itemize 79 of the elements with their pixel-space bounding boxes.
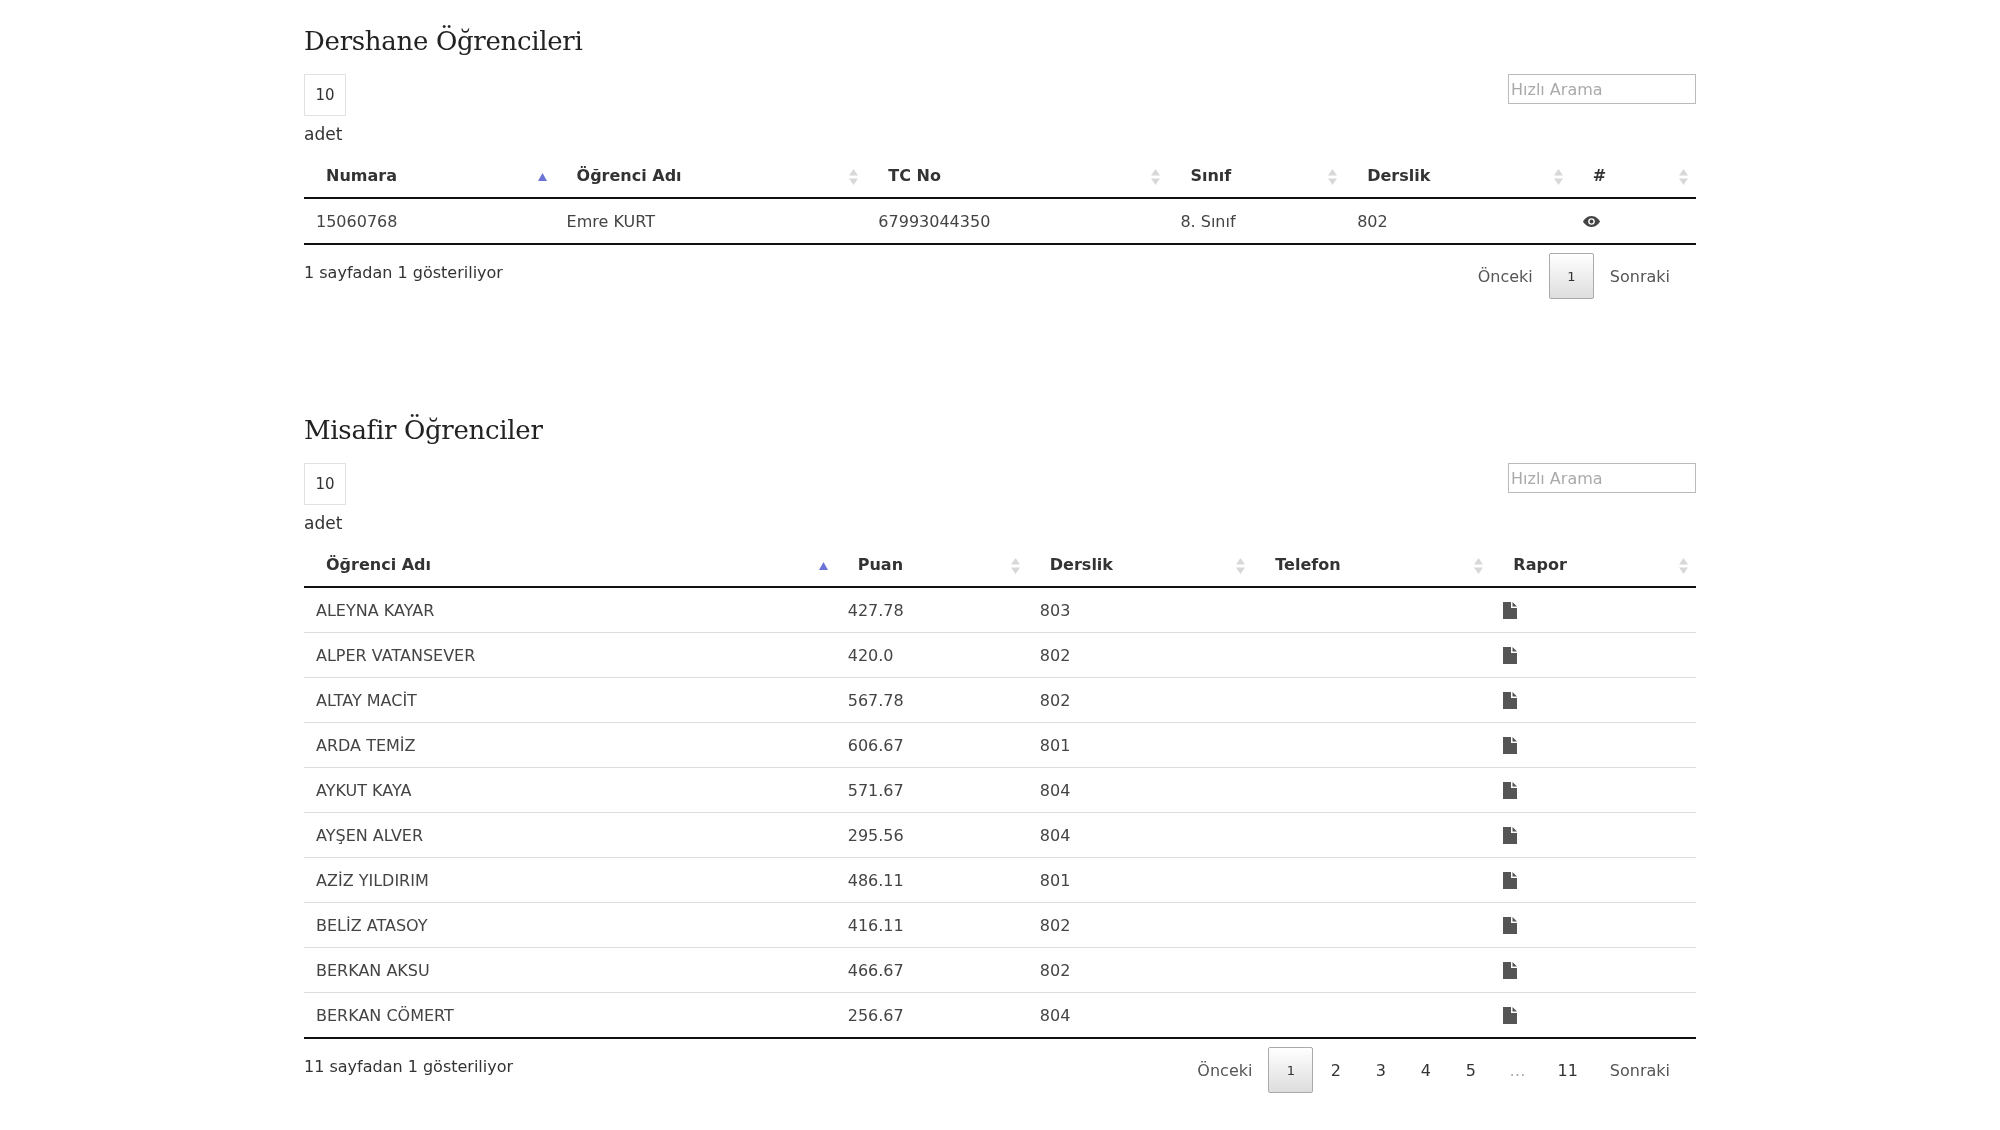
file-icon[interactable] — [1503, 871, 1518, 889]
table-cell: 802 — [1039, 690, 1071, 710]
table-cell: 571.67 — [847, 780, 904, 800]
table-cell: 606.67 — [847, 735, 904, 755]
table-cell: AYKUT KAYA — [316, 780, 412, 800]
table-cell: BELİZ ATASOY — [316, 915, 428, 935]
table-cell: 466.67 — [847, 960, 904, 980]
table-cell: ALPER VATANSEVER — [316, 645, 476, 665]
page-length-select[interactable]: 10 — [304, 74, 346, 116]
table-cell: 67993044350 — [878, 211, 991, 231]
table-cell: 804 — [1039, 825, 1071, 845]
page-button[interactable]: 1 — [1548, 253, 1594, 299]
page-button[interactable]: 5 — [1448, 1047, 1494, 1093]
pagination-ellipsis: … — [1508, 1059, 1527, 1082]
table-cell: AZİZ YILDIRIM — [316, 870, 429, 890]
page-length-label: adet — [304, 513, 343, 533]
table-cell: AYŞEN ALVER — [316, 825, 424, 845]
pagination-link[interactable]: Önceki — [1181, 1047, 1269, 1093]
table-cell: ALEYNA KAYAR — [316, 600, 435, 620]
page-button[interactable]: 2 — [1313, 1047, 1359, 1093]
page-button[interactable]: 3 — [1358, 1047, 1404, 1093]
table-cell: ALTAY MACİT — [316, 690, 417, 710]
file-icon[interactable] — [1503, 961, 1518, 979]
pagination-link[interactable]: Sonraki — [1593, 253, 1686, 299]
table-cell: 801 — [1039, 735, 1071, 755]
table-cell: 802 — [1357, 211, 1388, 231]
column-header[interactable]: Telefon — [1253, 545, 1492, 587]
table-cell: 804 — [1039, 780, 1071, 800]
file-icon[interactable] — [1503, 1006, 1518, 1024]
section-title: Misafir Öğrenciler — [304, 415, 544, 445]
eye-icon[interactable] — [1582, 215, 1600, 227]
column-header[interactable]: Puan — [835, 545, 1028, 587]
table-cell: BERKAN AKSU — [316, 960, 430, 980]
table-cell: 801 — [1039, 870, 1071, 890]
column-header[interactable]: Öğrenci Adı — [554, 156, 867, 198]
table-cell: 420.0 — [847, 645, 894, 665]
section-title: Dershane Öğrencileri — [304, 26, 584, 56]
column-header[interactable]: Numara — [304, 156, 555, 198]
page-button[interactable]: 11 — [1541, 1047, 1594, 1093]
column-header[interactable]: Rapor — [1491, 545, 1696, 587]
table-cell: 416.11 — [847, 915, 904, 935]
pagination-link[interactable]: Sonraki — [1593, 1047, 1686, 1093]
column-header[interactable]: Öğrenci Adı — [304, 545, 836, 587]
page-length-select[interactable]: 10 — [304, 463, 346, 505]
file-icon[interactable] — [1503, 826, 1518, 844]
table-cell: 804 — [1039, 1005, 1071, 1025]
column-header[interactable]: # — [1570, 156, 1696, 198]
column-header[interactable]: Sınıf — [1168, 156, 1346, 198]
file-icon[interactable] — [1503, 601, 1518, 619]
table-cell: 486.11 — [847, 870, 904, 890]
table-info-text: 11 sayfadan 1 gösteriliyor — [304, 1057, 514, 1076]
table-cell: 427.78 — [847, 600, 904, 620]
column-header[interactable]: Derslik — [1345, 156, 1571, 198]
search-field[interactable]: Hızlı Arama — [1508, 74, 1696, 104]
page-length-label: adet — [304, 124, 343, 144]
table-cell: 802 — [1039, 915, 1071, 935]
table-cell: 15060768 — [316, 211, 398, 231]
pagination-link[interactable]: Önceki — [1461, 253, 1549, 299]
column-header[interactable]: Derslik — [1027, 545, 1254, 587]
table-cell: 8. Sınıf — [1180, 211, 1236, 231]
file-icon[interactable] — [1503, 691, 1518, 709]
file-icon[interactable] — [1503, 736, 1518, 754]
table-cell: 802 — [1039, 960, 1071, 980]
table-cell: ARDA TEMİZ — [316, 735, 416, 755]
file-icon[interactable] — [1503, 916, 1518, 934]
table-cell: 803 — [1039, 600, 1071, 620]
table-cell: 295.56 — [847, 825, 904, 845]
table-cell: Emre KURT — [566, 211, 655, 231]
table-cell: 256.67 — [847, 1005, 904, 1025]
page-button[interactable]: 1 — [1268, 1047, 1314, 1093]
table-cell: 802 — [1039, 645, 1071, 665]
search-field[interactable]: Hızlı Arama — [1508, 463, 1696, 493]
table-cell: BERKAN CÖMERT — [316, 1005, 454, 1025]
table-info-text: 1 sayfadan 1 gösteriliyor — [304, 263, 503, 282]
page-button[interactable]: 4 — [1403, 1047, 1449, 1093]
file-icon[interactable] — [1503, 646, 1518, 664]
file-icon[interactable] — [1503, 781, 1518, 799]
column-header[interactable]: TC No — [866, 156, 1169, 198]
table-cell: 567.78 — [847, 690, 904, 710]
